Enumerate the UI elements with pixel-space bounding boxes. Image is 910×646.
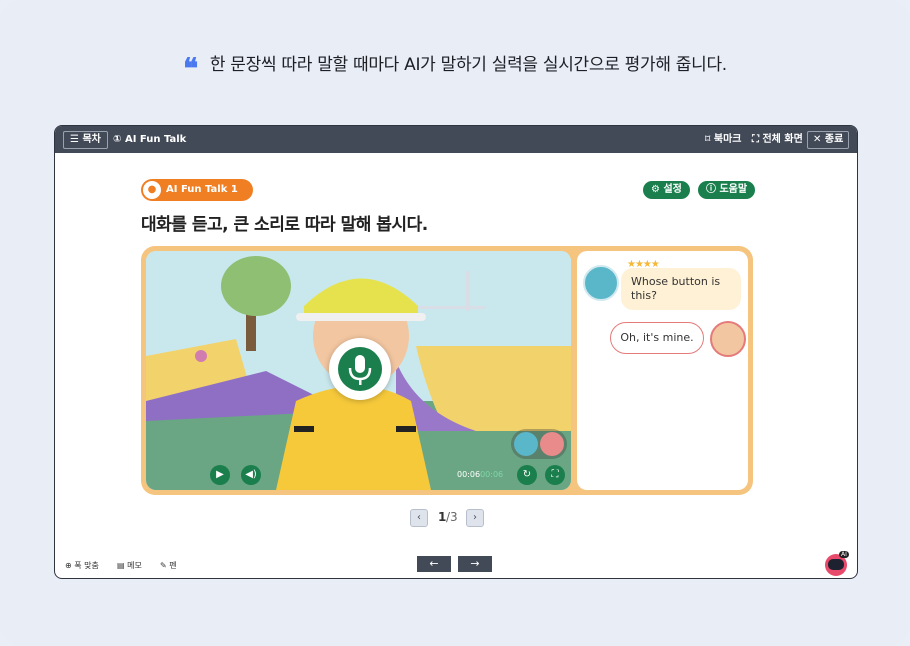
chevron-right-icon: › bbox=[473, 512, 477, 523]
time-total: 00:06 bbox=[480, 470, 504, 479]
speaker-avatars[interactable] bbox=[511, 429, 567, 459]
microphone-icon bbox=[338, 347, 382, 391]
fit-width-button[interactable]: ⊕ 폭 맞춤 bbox=[65, 560, 99, 571]
toc-label: 목차 bbox=[82, 134, 101, 145]
close-label: 종료 bbox=[824, 134, 844, 145]
robot-icon bbox=[828, 559, 844, 570]
fit-width-label: 폭 맞춤 bbox=[74, 561, 99, 570]
next-button[interactable]: → bbox=[458, 556, 492, 572]
lesson-badge-label: AI Fun Talk 1 bbox=[166, 184, 238, 195]
prev-page-button[interactable]: ‹ bbox=[410, 509, 428, 527]
page-background: ❝ 한 문장씩 따라 말할 때마다 AI가 말하기 실력을 실시간으로 평가해 줍… bbox=[0, 0, 910, 646]
lesson-badge: ● AI Fun Talk 1 bbox=[141, 179, 253, 201]
chat-panel: ★★★★ Whose button is this? Oh, it's mine… bbox=[577, 251, 748, 490]
pen-label: 펜 bbox=[169, 561, 177, 570]
help-icon: ⓘ bbox=[706, 184, 720, 195]
fullscreen-label: 전체 화면 bbox=[762, 134, 803, 145]
video-fullscreen-button[interactable]: ⛶ bbox=[545, 465, 565, 485]
headline: ❝ 한 문장씩 따라 말할 때마다 AI가 말하기 실력을 실시간으로 평가해 줍… bbox=[0, 50, 910, 85]
pen-icon: ✎ bbox=[160, 561, 170, 570]
gear-icon: ⚙ bbox=[651, 184, 664, 195]
bookmark-label: 북마크 bbox=[713, 134, 742, 145]
expand-icon: ⛶ bbox=[551, 469, 559, 480]
list-icon: ☰ bbox=[70, 134, 83, 145]
prev-button[interactable]: ← bbox=[417, 556, 451, 572]
memo-label: 메모 bbox=[127, 561, 142, 570]
memo-button[interactable]: ▤ 메모 bbox=[117, 560, 142, 571]
app-title: ① AI Fun Talk bbox=[113, 134, 187, 145]
chat-message-left: Whose button is this? bbox=[621, 268, 741, 310]
quote-icon: ❝ bbox=[183, 52, 198, 85]
fullscreen-icon: ⛶ bbox=[752, 134, 763, 145]
bottom-bar: ⊕ 폭 맞춤 ▤ 메모 ✎ 펜 ← → AI bbox=[55, 551, 857, 578]
avatar-speaker-a[interactable] bbox=[514, 432, 538, 456]
help-button[interactable]: ⓘ 도움말 bbox=[698, 181, 756, 199]
video-player[interactable]: ▶ ◀) 00:0600:06 ↻ ⛶ bbox=[146, 251, 571, 490]
top-bar: ☰ 목차 ① AI Fun Talk ⌑ 북마크 ⛶ 전체 화면 ✕ 종료 bbox=[55, 126, 857, 153]
replay-button[interactable]: ↻ bbox=[517, 465, 537, 485]
help-label: 도움말 bbox=[719, 184, 748, 195]
play-icon: ▶ bbox=[216, 469, 224, 480]
page-total: /3 bbox=[446, 510, 458, 524]
fullscreen-button[interactable]: ⛶ 전체 화면 bbox=[752, 131, 803, 148]
replay-icon: ↻ bbox=[522, 469, 532, 480]
avatar-right bbox=[710, 321, 746, 357]
settings-label: 설정 bbox=[663, 184, 682, 195]
headline-text: 한 문장씩 따라 말할 때마다 AI가 말하기 실력을 실시간으로 평가해 줍니… bbox=[209, 55, 727, 75]
ai-assistant-button[interactable]: AI bbox=[825, 551, 849, 576]
memo-icon: ▤ bbox=[117, 561, 128, 570]
chevron-left-icon: ‹ bbox=[417, 512, 421, 523]
zoom-icon: ⊕ bbox=[65, 561, 75, 570]
volume-button[interactable]: ◀) bbox=[241, 465, 261, 485]
time-current: 00:06 bbox=[457, 470, 481, 479]
video-time: 00:0600:06 bbox=[457, 470, 503, 479]
pen-button[interactable]: ✎ 펜 bbox=[160, 560, 177, 571]
app-window: ☰ 목차 ① AI Fun Talk ⌑ 북마크 ⛶ 전체 화면 ✕ 종료 ● … bbox=[54, 125, 858, 579]
toc-button[interactable]: ☰ 목차 bbox=[63, 131, 108, 149]
microphone-button[interactable] bbox=[329, 338, 391, 400]
bookmark-icon: ⌑ bbox=[705, 134, 714, 145]
chat-message-right: Oh, it's mine. bbox=[610, 322, 704, 354]
close-icon: ✕ bbox=[813, 134, 825, 145]
ai-tag: AI bbox=[839, 551, 849, 558]
settings-button[interactable]: ⚙ 설정 bbox=[643, 181, 690, 199]
play-button[interactable]: ▶ bbox=[210, 465, 230, 485]
bookmark-button[interactable]: ⌑ 북마크 bbox=[705, 131, 741, 148]
avatar-left bbox=[583, 265, 619, 301]
robot-icon: ● bbox=[143, 181, 161, 199]
avatar-speaker-b[interactable] bbox=[540, 432, 564, 456]
instruction-text: 대화를 듣고, 큰 소리로 따라 말해 봅시다. bbox=[141, 215, 428, 235]
next-page-button[interactable]: › bbox=[466, 509, 484, 527]
close-button[interactable]: ✕ 종료 bbox=[807, 131, 850, 149]
volume-icon: ◀) bbox=[245, 469, 257, 480]
